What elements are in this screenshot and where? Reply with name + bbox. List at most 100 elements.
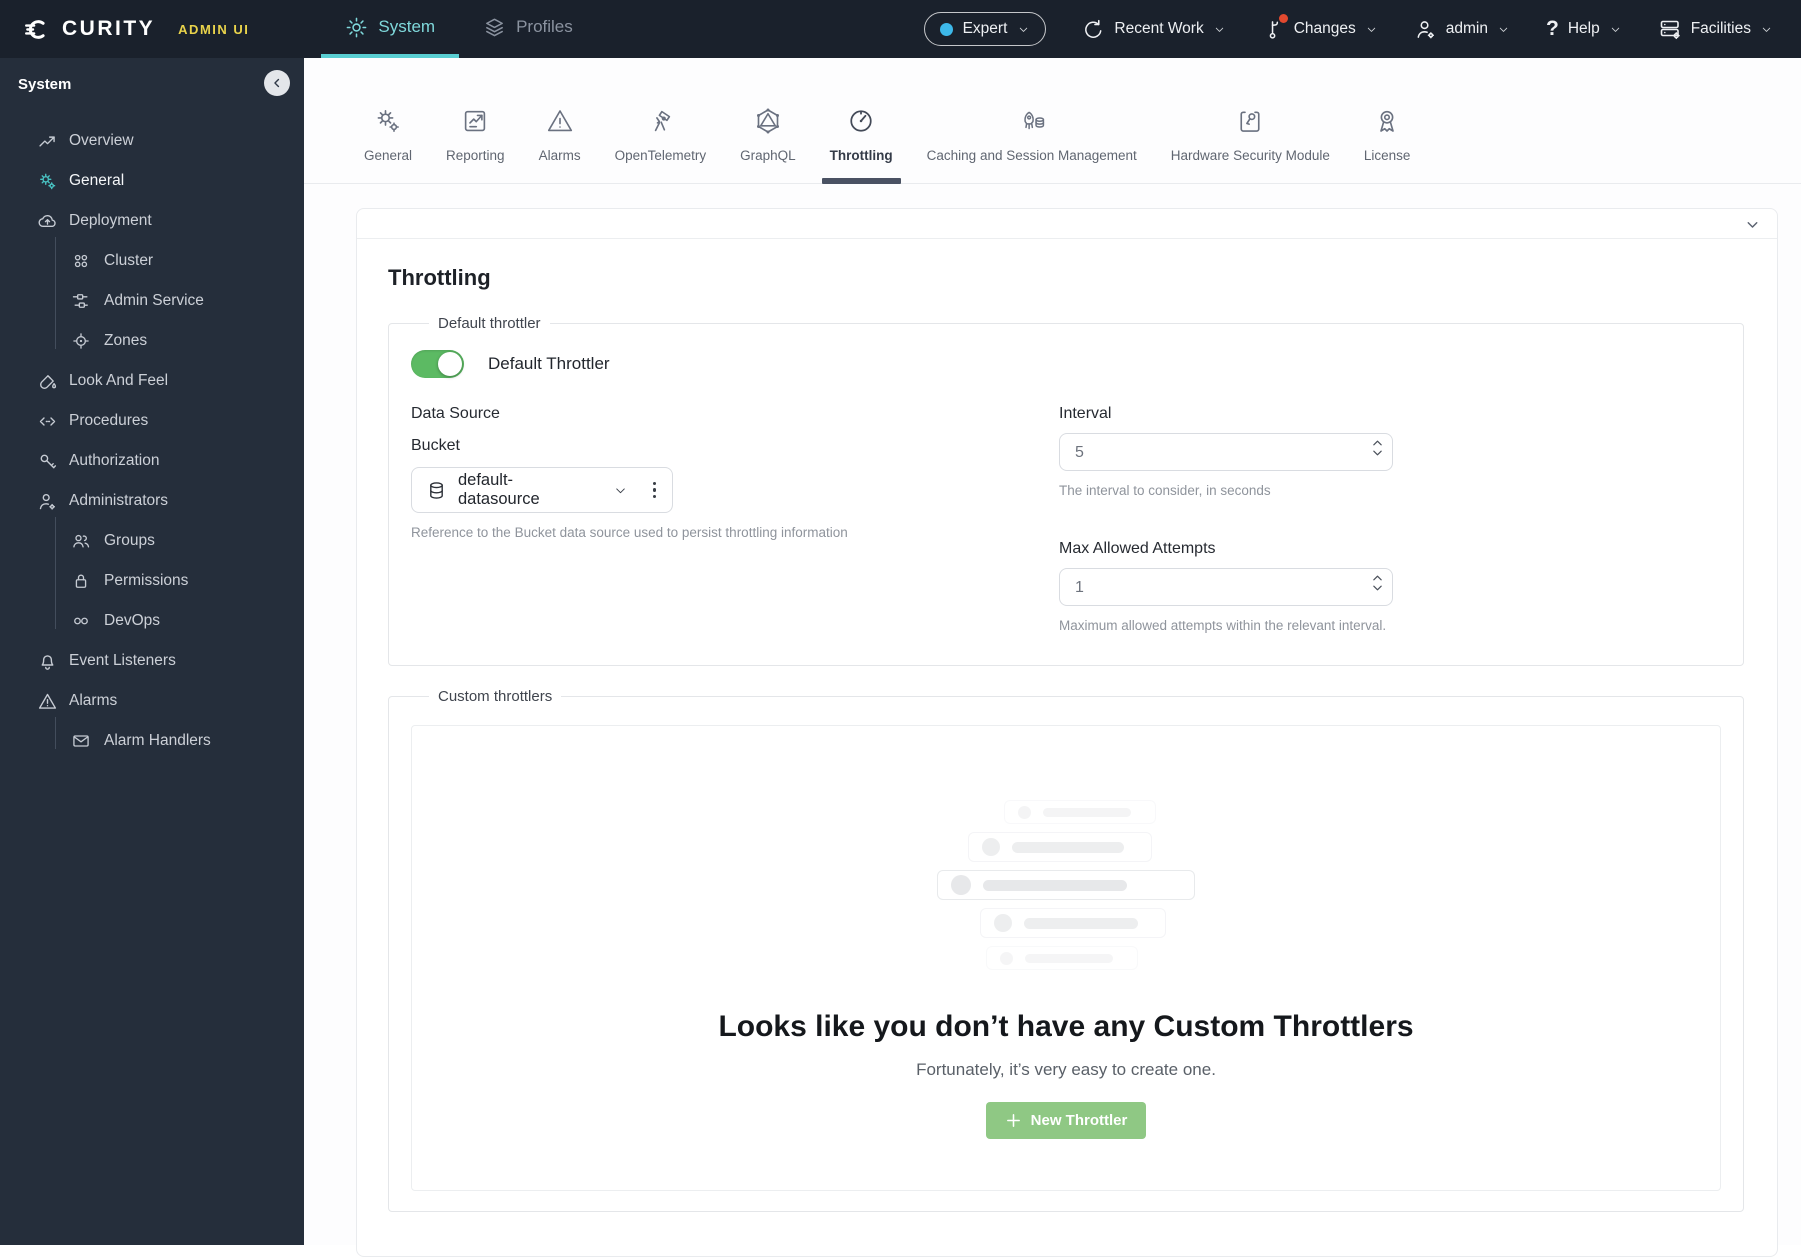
tab-label: Throttling xyxy=(830,148,893,163)
skeleton-row xyxy=(1004,800,1156,824)
stepper-up-icon[interactable] xyxy=(1372,574,1383,582)
question-icon: ? xyxy=(1546,17,1559,41)
sidebar-item-general[interactable]: General xyxy=(0,161,304,201)
chevron-down-icon xyxy=(1213,23,1226,36)
sidebar-item-label: Administrators xyxy=(69,492,168,510)
facilities-label: Facilities xyxy=(1691,20,1751,38)
default-throttler-fieldset: Default throttler Default Throttler Data… xyxy=(388,315,1744,666)
skeleton-row xyxy=(968,832,1152,862)
report-chart-icon xyxy=(460,106,490,136)
user-menu[interactable]: admin xyxy=(1414,18,1510,41)
sidebar-item-overview[interactable]: Overview xyxy=(0,121,304,161)
gear-icon xyxy=(345,16,368,39)
tab-license[interactable]: License xyxy=(1350,106,1425,183)
interval-label: Interval xyxy=(1059,405,1719,423)
tab-alarms[interactable]: Alarms xyxy=(525,106,595,183)
gauge-icon xyxy=(846,106,876,136)
sidebar-item-zones[interactable]: Zones xyxy=(0,321,304,361)
brand-name: CURITY xyxy=(62,17,155,41)
default-throttler-toggle[interactable] xyxy=(411,350,464,378)
changes-menu[interactable]: Changes xyxy=(1262,18,1378,41)
sidebar-item-admin-service[interactable]: Admin Service xyxy=(0,281,304,321)
tab-label: License xyxy=(1364,148,1411,163)
tab-opentelemetry[interactable]: OpenTelemetry xyxy=(601,106,721,183)
tab-label: Hardware Security Module xyxy=(1171,148,1330,163)
tab-graphql[interactable]: GraphQL xyxy=(726,106,810,183)
tab-system[interactable]: System xyxy=(321,0,459,58)
tab-reporting[interactable]: Reporting xyxy=(432,106,519,183)
interval-value: 5 xyxy=(1075,434,1084,472)
plus-icon xyxy=(1005,1112,1022,1129)
sidebar-title: System xyxy=(0,58,304,93)
sidebar-item-label: Admin Service xyxy=(104,292,204,310)
mail-icon xyxy=(71,731,91,751)
skeleton-row xyxy=(937,870,1195,900)
gears-icon xyxy=(37,171,58,192)
new-throttler-button[interactable]: New Throttler xyxy=(986,1102,1147,1139)
interval-helper-text: The interval to consider, in seconds xyxy=(1059,482,1719,500)
empty-state-subtitle: Fortunately, it’s very easy to create on… xyxy=(916,1060,1216,1080)
changes-label: Changes xyxy=(1294,20,1356,38)
help-menu[interactable]: ? Help xyxy=(1546,17,1622,41)
sidebar-item-alarm-handlers[interactable]: Alarm Handlers xyxy=(0,721,304,761)
sidebar-item-label: Procedures xyxy=(69,412,148,430)
bucket-select[interactable]: default-datasource xyxy=(411,467,673,513)
sidebar-item-deployment[interactable]: Deployment xyxy=(0,201,304,241)
bucket-value: default-datasource xyxy=(458,471,592,509)
code-icon xyxy=(37,411,58,432)
fieldset-legend: Default throttler xyxy=(429,315,550,332)
stepper-down-icon[interactable] xyxy=(1372,584,1383,592)
sidebar-item-label: Event Listeners xyxy=(69,652,176,670)
sidebar-item-groups[interactable]: Groups xyxy=(0,521,304,561)
sidebar-item-label: General xyxy=(69,172,124,190)
sidebar-group-deployment: Cluster Admin Service Zo xyxy=(0,241,304,361)
admin-ui-badge: ADMIN UI xyxy=(178,22,249,37)
number-stepper[interactable] xyxy=(1372,574,1383,592)
tab-caching-session[interactable]: Caching and Session Management xyxy=(913,106,1151,183)
sidebar-item-administrators[interactable]: Administrators xyxy=(0,481,304,521)
sidebar-collapse-button[interactable] xyxy=(264,70,290,96)
recent-work-menu[interactable]: Recent Work xyxy=(1082,18,1225,41)
sidebar-item-procedures[interactable]: Procedures xyxy=(0,401,304,441)
sidebar-item-devops[interactable]: DevOps xyxy=(0,601,304,641)
kebab-menu-icon[interactable] xyxy=(649,478,661,503)
interval-input[interactable]: 5 xyxy=(1059,433,1393,471)
chevron-down-icon xyxy=(1609,23,1622,36)
sidebar-item-label: Deployment xyxy=(69,212,152,230)
sidebar-item-label: DevOps xyxy=(104,612,160,630)
custom-throttlers-fieldset: Custom throttlers Looks like you don’t h… xyxy=(388,688,1744,1212)
telescope-icon xyxy=(645,106,675,136)
lock-icon xyxy=(71,571,91,591)
sidebar-item-alarms[interactable]: Alarms xyxy=(0,681,304,721)
empty-state: Looks like you don’t have any Custom Thr… xyxy=(411,725,1721,1191)
topbar-tabs: System Profiles xyxy=(321,0,596,58)
sidebar-item-cluster[interactable]: Cluster xyxy=(0,241,304,281)
target-icon xyxy=(71,331,91,351)
tab-label: Caching and Session Management xyxy=(927,148,1137,163)
stepper-down-icon[interactable] xyxy=(1372,449,1383,457)
sidebar-item-event-listeners[interactable]: Event Listeners xyxy=(0,641,304,681)
stepper-up-icon[interactable] xyxy=(1372,439,1383,447)
mode-selector[interactable]: Expert xyxy=(924,12,1047,46)
sidebar-item-look-and-feel[interactable]: Look And Feel xyxy=(0,361,304,401)
tab-hsm[interactable]: Hardware Security Module xyxy=(1157,106,1344,183)
max-attempts-input[interactable]: 1 xyxy=(1059,568,1393,606)
topbar-menus: Expert Recent Work Change xyxy=(924,0,1773,58)
tab-throttling[interactable]: Throttling xyxy=(816,106,907,183)
facilities-menu[interactable]: Facilities xyxy=(1658,17,1773,41)
hierarchy-icon xyxy=(71,291,91,311)
collapse-chevron-icon[interactable] xyxy=(1744,216,1761,233)
tab-general[interactable]: General xyxy=(350,106,426,183)
sidebar-item-label: Groups xyxy=(104,532,155,550)
curity-logo-icon xyxy=(24,16,51,43)
sidebar-item-permissions[interactable]: Permissions xyxy=(0,561,304,601)
sidebar-nav: Overview General Deployment xyxy=(0,121,304,761)
bucket-helper-text: Reference to the Bucket data source used… xyxy=(411,524,1059,542)
user-gear-icon xyxy=(1414,18,1437,41)
key-icon xyxy=(37,451,58,472)
number-stepper[interactable] xyxy=(1372,439,1383,457)
sidebar-item-authorization[interactable]: Authorization xyxy=(0,441,304,481)
page-title: Throttling xyxy=(388,265,1744,291)
tab-profiles[interactable]: Profiles xyxy=(459,0,597,58)
skeleton-row xyxy=(980,908,1166,938)
